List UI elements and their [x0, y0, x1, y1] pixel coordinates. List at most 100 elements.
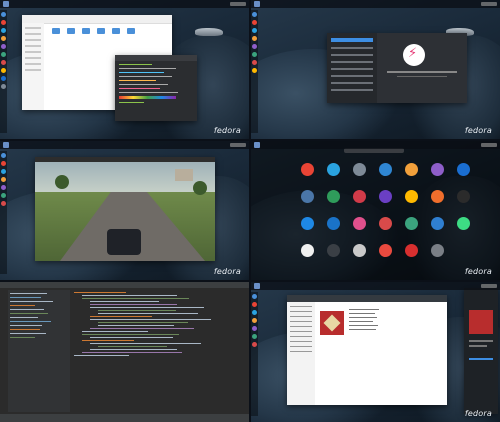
activities-icon[interactable] — [3, 142, 9, 148]
system-tray[interactable] — [481, 143, 497, 147]
dock-app-icon[interactable] — [1, 60, 6, 65]
trello-icon[interactable] — [457, 163, 470, 176]
music-headerbar[interactable] — [287, 295, 447, 302]
dock-app-icon[interactable] — [1, 36, 6, 41]
dock-app-icon[interactable] — [1, 12, 6, 17]
folder-icon[interactable] — [82, 28, 90, 34]
folder-icon[interactable] — [52, 28, 60, 34]
ide-project-tree[interactable] — [8, 290, 70, 412]
dock — [0, 151, 7, 274]
dock-app-icon[interactable] — [1, 68, 6, 73]
file-manager-headerbar[interactable] — [22, 15, 172, 24]
activities-icon[interactable] — [3, 1, 9, 7]
android-icon[interactable] — [457, 217, 470, 230]
gamepad-icon[interactable] — [379, 190, 392, 203]
dock-app-icon[interactable] — [1, 84, 6, 89]
vk-icon[interactable] — [301, 190, 314, 203]
palette-icon[interactable] — [353, 217, 366, 230]
package-icon[interactable] — [405, 163, 418, 176]
dock-app-icon[interactable] — [1, 177, 6, 182]
folder-icon[interactable] — [97, 28, 105, 34]
dock-app-icon[interactable] — [252, 36, 257, 41]
dock-app-icon[interactable] — [252, 68, 257, 73]
music-player-window[interactable] — [287, 295, 447, 405]
music-sidebar[interactable] — [287, 302, 315, 405]
app-grid-pager — [361, 270, 387, 274]
virtualbox-icon[interactable] — [327, 217, 340, 230]
system-tray[interactable] — [481, 2, 497, 6]
album-art[interactable] — [320, 311, 344, 335]
dock-app-icon[interactable] — [1, 28, 6, 33]
dock-app-icon[interactable] — [1, 76, 6, 81]
now-playing-progress[interactable] — [469, 358, 493, 360]
system-tray[interactable] — [230, 143, 246, 147]
fedora-logo: fedora — [464, 409, 492, 418]
dock-app-icon[interactable] — [252, 294, 257, 299]
calculator-icon[interactable] — [327, 190, 340, 203]
telegram-icon[interactable] — [327, 163, 340, 176]
now-playing-panel[interactable] — [464, 288, 498, 414]
dock-app-icon[interactable] — [1, 185, 6, 190]
ide-status-bar — [0, 414, 249, 422]
dock-app-icon[interactable] — [252, 60, 257, 65]
ide-code-editor[interactable] — [74, 290, 247, 412]
dock-app-icon[interactable] — [252, 302, 257, 307]
hex-icon[interactable] — [431, 163, 444, 176]
folder-icon[interactable] — [431, 190, 444, 203]
settings-sidebar-item-selected[interactable] — [331, 38, 373, 42]
dock-app-icon[interactable] — [1, 161, 6, 166]
dock-app-icon[interactable] — [252, 326, 257, 331]
terminal-window[interactable] — [115, 55, 197, 121]
dock-app-icon[interactable] — [252, 52, 257, 57]
settings-icon[interactable] — [327, 244, 340, 257]
dock-app-icon[interactable] — [252, 310, 257, 315]
folder-icon[interactable] — [112, 28, 120, 34]
dock-app-icon[interactable] — [1, 169, 6, 174]
pdf-icon[interactable] — [405, 244, 418, 257]
spaceship-wallpaper-detail — [195, 28, 223, 36]
activities-icon[interactable] — [254, 1, 260, 7]
dock-app-icon[interactable] — [1, 52, 6, 57]
folder-icon[interactable] — [127, 28, 135, 34]
tweaks-icon[interactable] — [353, 163, 366, 176]
game-tree — [193, 181, 207, 195]
dock-app-icon[interactable] — [252, 28, 257, 33]
folder-icon[interactable] — [67, 28, 75, 34]
dock-app-icon[interactable] — [1, 201, 6, 206]
dock-app-icon[interactable] — [252, 318, 257, 323]
ide-menubar[interactable] — [0, 282, 249, 288]
dock-app-icon[interactable] — [1, 193, 6, 198]
disk-icon[interactable] — [405, 217, 418, 230]
game-car — [107, 229, 141, 255]
dock-app-icon[interactable] — [1, 44, 6, 49]
ide-window[interactable] — [0, 282, 249, 422]
dock-app-icon[interactable] — [252, 342, 257, 347]
play-icon[interactable] — [405, 190, 418, 203]
chrome-icon[interactable] — [301, 163, 314, 176]
terminal-headerbar[interactable] — [115, 55, 197, 61]
dock-app-icon[interactable] — [1, 153, 6, 158]
activities-icon[interactable] — [254, 283, 260, 289]
ghost-icon[interactable] — [457, 190, 470, 203]
lifebuoy-icon[interactable] — [379, 244, 392, 257]
clock-icon[interactable] — [301, 244, 314, 257]
dock-app-icon[interactable] — [252, 20, 257, 25]
pen-icon[interactable] — [353, 244, 366, 257]
dock-app-icon[interactable] — [252, 12, 257, 17]
game-window[interactable] — [35, 157, 215, 261]
activities-icon[interactable] — [254, 142, 260, 148]
dock — [251, 292, 258, 416]
tools-icon[interactable] — [431, 244, 444, 257]
drop-icon[interactable] — [301, 217, 314, 230]
globe-icon[interactable] — [431, 217, 444, 230]
fedora-logo: fedora — [464, 126, 492, 135]
usb-icon[interactable] — [353, 190, 366, 203]
dock-app-icon[interactable] — [252, 44, 257, 49]
system-tray[interactable] — [481, 284, 497, 288]
dock-app-icon[interactable] — [1, 20, 6, 25]
dock-app-icon[interactable] — [252, 334, 257, 339]
mail-icon[interactable] — [379, 163, 392, 176]
settings-about-window[interactable] — [327, 33, 467, 103]
music-icon[interactable] — [379, 217, 392, 230]
system-tray[interactable] — [230, 2, 246, 6]
